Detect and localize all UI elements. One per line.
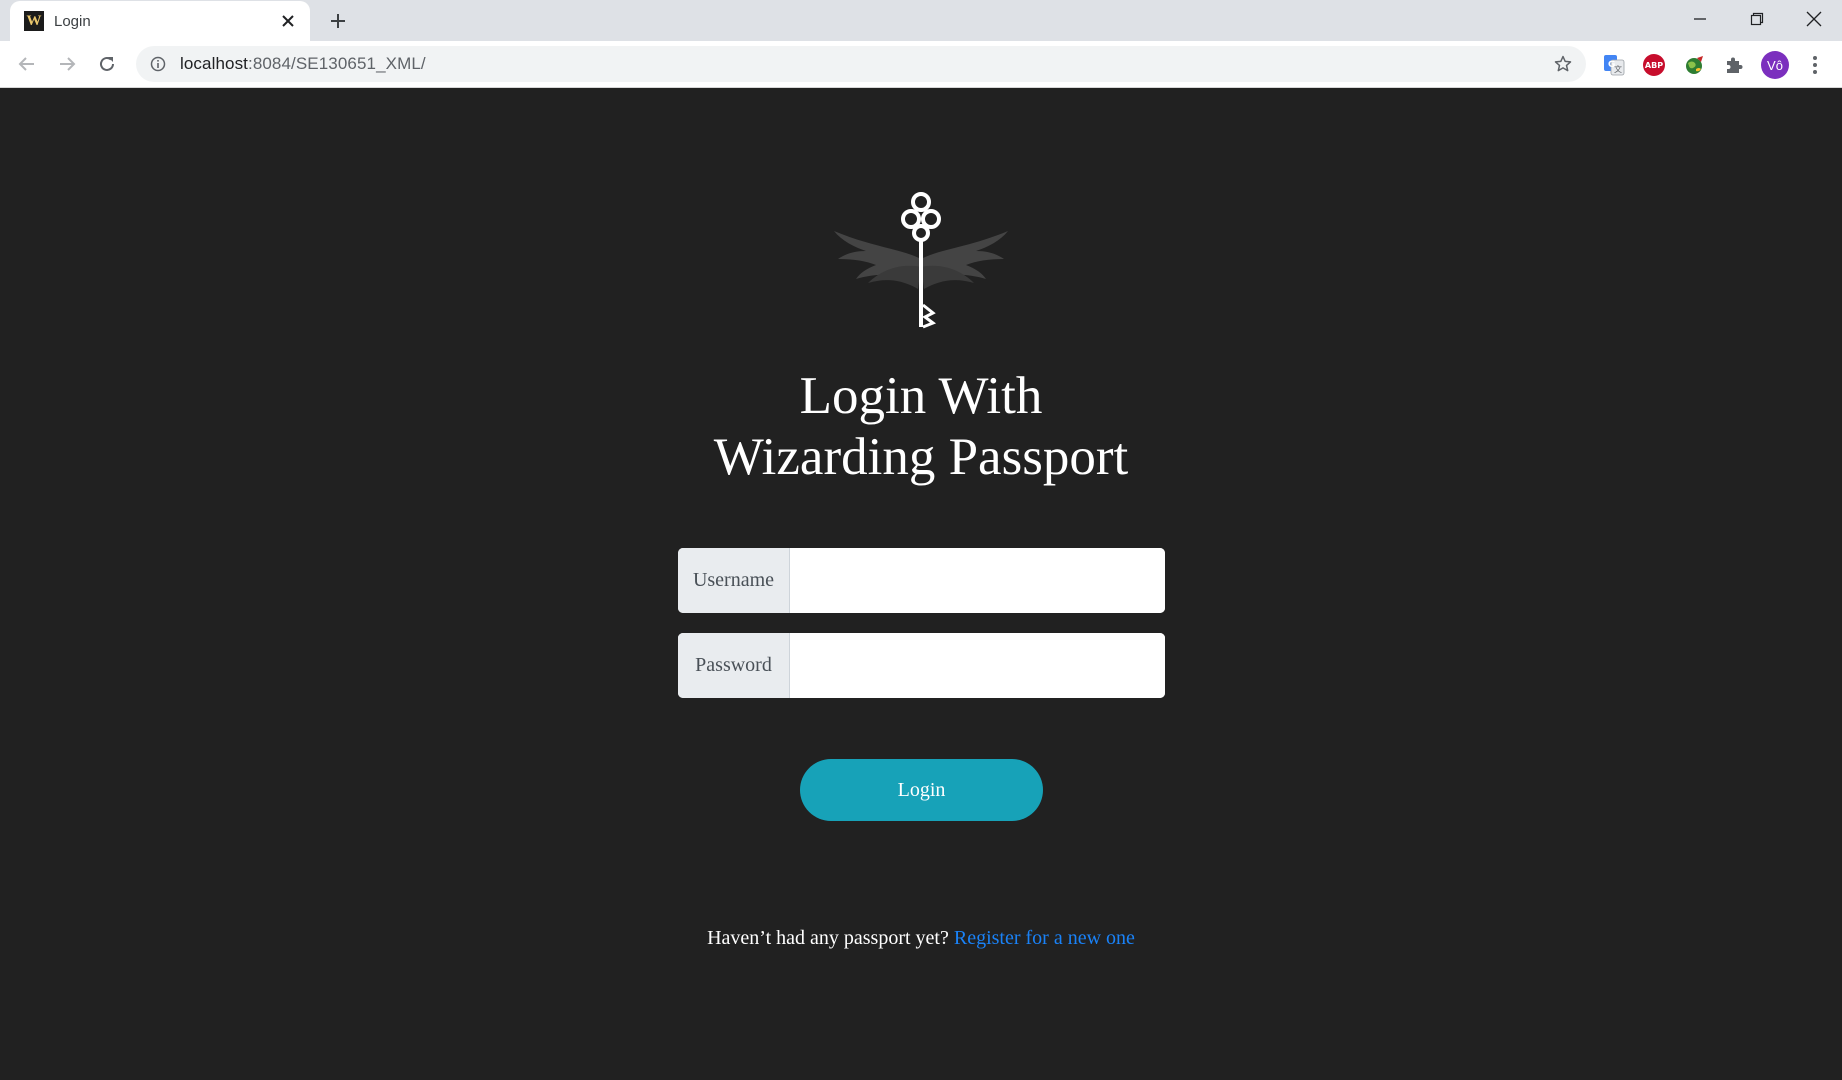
url-path: :8084/SE130651_XML/ (248, 54, 426, 73)
new-tab-plus-icon[interactable] (325, 8, 351, 34)
login-button[interactable]: Login (800, 759, 1043, 821)
adblock-icon[interactable]: ABP (1641, 52, 1667, 78)
reload-icon[interactable] (92, 49, 122, 79)
url-text: localhost:8084/SE130651_XML/ (180, 54, 1550, 74)
close-window-icon[interactable] (1786, 0, 1842, 38)
profile-button[interactable]: Vô (1760, 50, 1790, 80)
forward-arrow-icon[interactable] (52, 49, 82, 79)
password-label: Password (678, 633, 790, 698)
svg-text:文: 文 (1614, 64, 1622, 74)
adblock-label: ABP (1643, 54, 1665, 76)
winged-key-icon (832, 189, 1010, 329)
browser-tab-strip: W Login (0, 0, 1842, 41)
page-title-line2: Wizarding Passport (713, 428, 1129, 486)
back-arrow-icon[interactable] (12, 49, 42, 79)
address-bar[interactable]: localhost:8084/SE130651_XML/ (136, 46, 1586, 82)
browser-toolbar: localhost:8084/SE130651_XML/ G文 ABP Vô (0, 41, 1842, 88)
restore-icon[interactable] (1729, 0, 1785, 38)
star-icon[interactable] (1550, 51, 1576, 77)
site-favicon-icon: W (24, 11, 44, 31)
info-icon[interactable] (148, 54, 168, 74)
browser-tab-login[interactable]: W Login (10, 1, 310, 41)
globe-extension-icon[interactable] (1681, 52, 1707, 78)
url-host: localhost (180, 54, 248, 73)
register-prompt-line: Haven’t had any passport yet? Register f… (521, 927, 1321, 950)
page-title: Login With Wizarding Passport (521, 366, 1321, 488)
tab-title: Login (54, 12, 91, 30)
password-input[interactable] (790, 633, 1165, 698)
avatar: Vô (1761, 51, 1789, 79)
register-prompt-text: Haven’t had any passport yet? (707, 927, 949, 949)
username-field: Username (678, 548, 1165, 613)
minimize-icon[interactable] (1672, 0, 1728, 38)
username-label: Username (678, 548, 790, 613)
username-input[interactable] (790, 548, 1165, 613)
puzzle-extensions-icon[interactable] (1721, 52, 1747, 78)
login-page: Login With Wizarding Passport Username P… (0, 89, 1842, 1080)
register-link[interactable]: Register for a new one (954, 927, 1135, 949)
translate-icon[interactable]: G文 (1601, 52, 1627, 78)
kebab-menu-icon[interactable] (1802, 52, 1828, 78)
tab-close-icon[interactable] (276, 9, 300, 33)
page-title-line1: Login With (799, 367, 1043, 425)
password-field: Password (678, 633, 1165, 698)
